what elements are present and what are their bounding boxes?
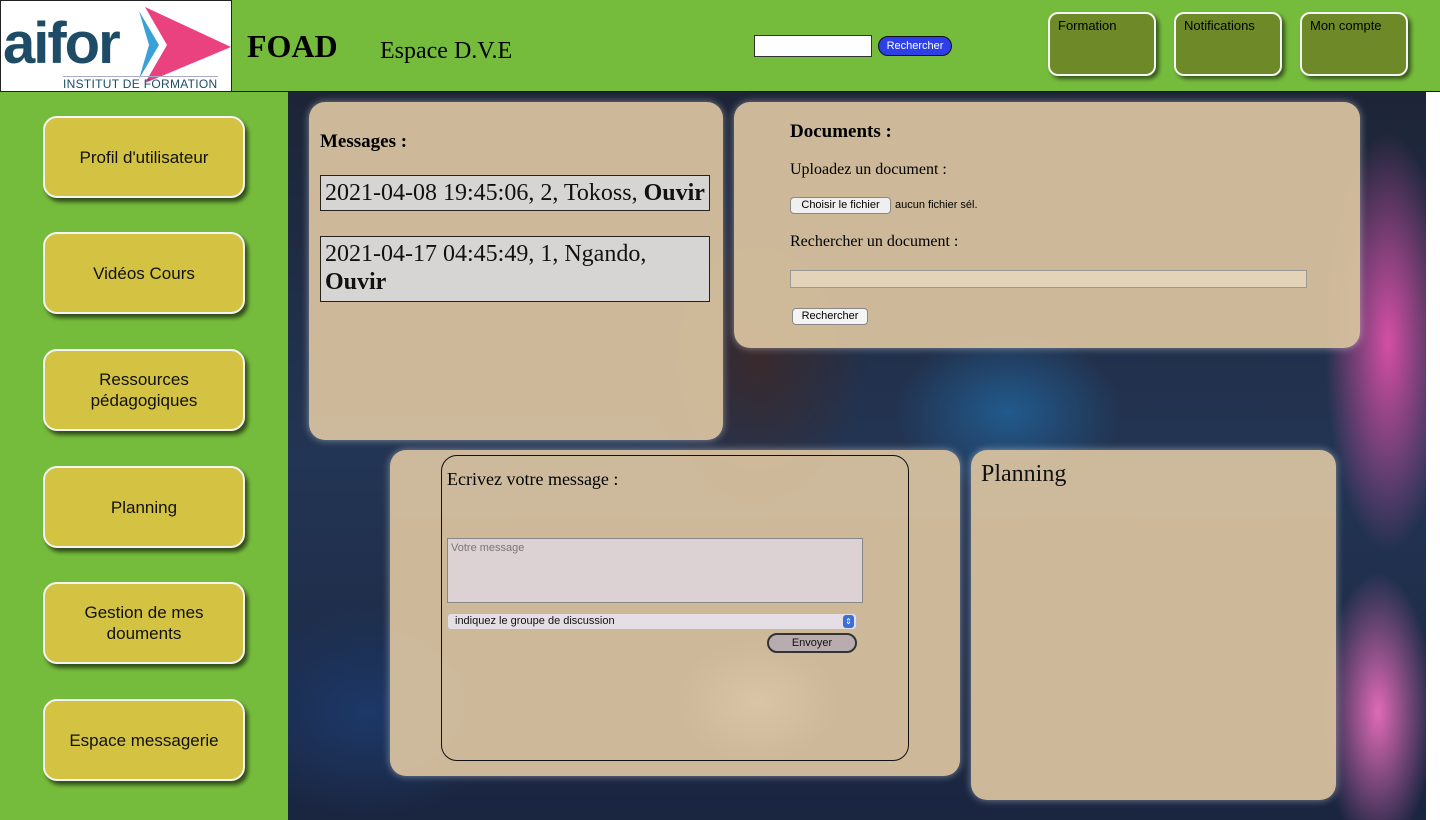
right-edge [1426,92,1440,820]
group-select[interactable]: indiquez le groupe de discussion ⇕ [447,613,857,630]
sidebar-item-resources[interactable]: Ressources pédagogiques [43,349,245,431]
message-date: 2021-04-08 19:45:06 [325,180,529,206]
brand-title: FOAD [247,28,338,64]
document-search-label: Rechercher un document : [790,233,959,250]
sidebar-item-planning[interactable]: Planning [43,466,245,548]
choose-file-button[interactable]: Choisir le fichier [790,197,891,214]
upload-label: Uploadez un document : [790,161,947,178]
documents-title: Documents : [790,121,892,142]
compose-form: Ecrivez votre message : Votre message in… [441,455,909,761]
main-content: Messages : 2021-04-08 19:45:06, 2, Tokos… [288,92,1426,820]
logo-text: aifor [3,11,121,76]
message-open-link[interactable]: Ouvir [644,180,705,206]
message-sender: Tokoss [563,180,632,206]
message-item[interactable]: 2021-04-17 04:45:49, 1, Ngando, Ouvir [320,236,710,302]
sidebar-item-documents[interactable]: Gestion de mes douments [43,582,245,664]
logo-arrow-icon [139,7,231,83]
message-count: 1 [540,241,553,267]
document-search-input[interactable] [790,270,1307,288]
messages-panel: Messages : 2021-04-08 19:45:06, 2, Tokos… [309,102,723,440]
message-sender: Ngando [564,241,641,267]
send-button[interactable]: Envoyer [767,633,857,653]
message-date: 2021-04-17 04:45:49 [325,241,529,267]
compose-title: Ecrivez votre message : [447,469,619,489]
planning-title: Planning [981,461,1067,487]
aifor-logo[interactable]: aifor INSTITUT DE FORMATION [0,0,232,92]
file-status: aucun fichier sél. [895,199,978,211]
nav-notifications-button[interactable]: Notifications [1174,12,1282,76]
documents-panel: Documents : Uploadez un document : Chois… [734,102,1360,348]
message-open-link[interactable]: Ouvir [325,269,386,295]
message-textarea[interactable]: Votre message [447,538,863,603]
compose-panel: Ecrivez votre message : Votre message in… [390,450,960,776]
sidebar-item-videos[interactable]: Vidéos Cours [43,232,245,314]
document-search-button[interactable]: Rechercher [792,308,868,325]
nav-account-button[interactable]: Mon compte [1300,12,1408,76]
header-search-button[interactable]: Rechercher [878,36,952,56]
nav-formation-button[interactable]: Formation [1048,12,1156,76]
messages-title: Messages : [320,131,408,152]
message-item[interactable]: 2021-04-08 19:45:06, 2, Tokoss, Ouvir [320,175,710,211]
header: aifor INSTITUT DE FORMATION FOAD Espace … [0,0,1440,92]
header-search-input[interactable] [754,35,872,57]
sidebar-item-profile[interactable]: Profil d'utilisateur [43,116,245,198]
message-count: 2 [540,180,553,206]
group-select-value: indiquez le groupe de discussion [455,615,615,627]
planning-panel: Planning [971,450,1336,800]
space-title: Espace D.V.E [380,38,513,64]
sidebar-item-messaging[interactable]: Espace messagerie [43,699,245,781]
select-arrows-icon: ⇕ [843,615,854,628]
logo-subtitle: INSTITUT DE FORMATION [63,76,218,91]
